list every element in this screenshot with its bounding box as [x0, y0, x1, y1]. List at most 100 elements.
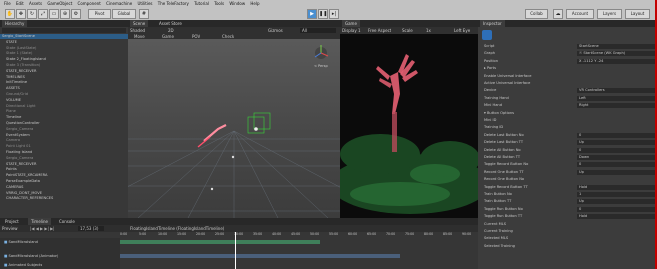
track-animated-subjects[interactable]: ■ Animated Subjects	[4, 263, 42, 268]
track-sandmicroisland-animator[interactable]: ■ SandMicroIsland (Animator)	[4, 254, 58, 259]
hierarchy-search[interactable]	[2, 28, 126, 33]
hierarchy-item[interactable]: Floating Island	[0, 150, 128, 155]
display-dropdown[interactable]: Display 1	[342, 28, 361, 33]
hierarchy-item[interactable]: QuestionController	[0, 121, 128, 126]
hierarchy-item[interactable]: Point Light 01	[0, 144, 128, 149]
menu-utilities[interactable]: Utilities	[137, 0, 152, 8]
rect-tool-icon[interactable]: ▭	[49, 9, 59, 19]
layout-dropdown[interactable]: Layout	[625, 9, 650, 19]
hierarchy-item[interactable]: Timeline	[0, 115, 128, 120]
account-dropdown[interactable]: Account	[566, 9, 594, 19]
menu-cinemachine[interactable]: Cinemachine	[106, 0, 132, 8]
scene-viewport[interactable]: < Persp	[128, 39, 340, 218]
rotate-tool-icon[interactable]: ↻	[27, 9, 37, 19]
inspector-value[interactable]: Down	[577, 155, 655, 160]
eye-dropdown[interactable]: Left Eye	[454, 28, 470, 33]
frame-field[interactable]: 17,53 (3)	[78, 226, 104, 231]
scale-value[interactable]: 1x	[426, 28, 431, 33]
hierarchy-item[interactable]: EventSystem	[0, 133, 128, 138]
layers-dropdown[interactable]: Layers	[597, 9, 622, 19]
scene-search[interactable]: All	[300, 28, 336, 33]
hierarchy-item[interactable]: CAMERAS	[0, 185, 128, 190]
inspector-value[interactable]: Hold	[577, 184, 655, 190]
pause-button[interactable]: ❚❚	[318, 9, 328, 19]
inspector-value[interactable]: 0	[577, 132, 655, 138]
tab-game[interactable]: Game	[342, 20, 360, 27]
menu-help[interactable]: Help	[250, 0, 259, 8]
hierarchy-item[interactable]: VRRIG_DONT_MOVE	[0, 191, 128, 196]
scale-tool-icon[interactable]: ⤢	[38, 9, 48, 19]
hierarchy-item[interactable]: TIMELINES	[0, 75, 128, 80]
inspector-value[interactable]: Up	[577, 199, 655, 205]
inspector-value[interactable]: 0	[577, 206, 655, 212]
hierarchy-item[interactable]: Ground/Grid	[0, 92, 128, 97]
hierarchy-item[interactable]: State 3 (Transition)	[0, 63, 128, 68]
inspector-value[interactable]: Up	[577, 169, 655, 175]
cloud-icon[interactable]: ☁	[553, 9, 563, 19]
menu-window[interactable]: Window	[229, 0, 245, 8]
menu-gameobject[interactable]: GameObject	[47, 0, 72, 8]
hierarchy-item[interactable]: VOLUME	[0, 98, 128, 103]
timeline-ruler[interactable]: 0:00 5:00 10:00 15:00 20:00 25:00 30:00 35:00 40…	[120, 232, 478, 237]
menu-tutorial[interactable]: Tutorial	[194, 0, 209, 8]
play-button[interactable]: ▶	[307, 9, 317, 19]
hierarchy-item[interactable]: InitTimeline	[0, 80, 128, 85]
hierarchy-item[interactable]: Sergio_Camera	[0, 156, 128, 161]
inspector-value[interactable]: 1	[577, 192, 655, 197]
hierarchy-item[interactable]: ParseExampleData	[0, 179, 128, 184]
tab-inspector[interactable]: Inspector	[480, 20, 505, 27]
hierarchy-item[interactable]: Points	[0, 167, 128, 172]
hierarchy-item[interactable]: PointSTATE_XRCAMERA	[0, 173, 128, 178]
activation-clip[interactable]	[120, 240, 320, 244]
preview-toggle[interactable]: Preview	[2, 226, 18, 231]
pivot-toggle[interactable]: Pivot	[88, 9, 111, 19]
hand-tool-icon[interactable]: ✋	[5, 9, 15, 19]
shading-dropdown[interactable]: Shaded	[130, 28, 145, 33]
hierarchy-item[interactable]: STATE_RECEIVER	[0, 69, 128, 74]
hierarchy-item[interactable]: State 1 (State)	[0, 51, 128, 56]
menu-file[interactable]: File	[4, 0, 11, 8]
inspector-value[interactable]: 0	[577, 162, 655, 168]
inspector-value[interactable]: Up	[577, 140, 655, 146]
hierarchy-item[interactable]: Camera	[0, 138, 128, 143]
tab-project[interactable]: Project	[2, 218, 22, 225]
hierarchy-item[interactable]: State (LastState)	[0, 46, 128, 51]
move-tool-icon[interactable]: ✥	[16, 9, 26, 19]
hierarchy-item[interactable]: Sergio_Camera	[0, 127, 128, 132]
animation-clip[interactable]	[120, 254, 400, 258]
step-button[interactable]: ▸|	[329, 9, 339, 19]
hierarchy-item[interactable]: STATE_RECEIVER	[0, 162, 128, 167]
game-viewport[interactable]	[340, 34, 478, 218]
playback-controls-icon[interactable]: |◀ ◀ ▶ ▶| ▶|	[30, 226, 55, 231]
inspector-value[interactable]: 0	[577, 147, 655, 153]
inspector-value[interactable]: VR Controllers	[577, 88, 655, 94]
inspector-value[interactable]: StartScene	[577, 44, 655, 49]
hierarchy-item[interactable]: STATE	[0, 40, 128, 45]
hierarchy-item[interactable]: ASSETS	[0, 86, 128, 91]
inspector-value[interactable]: Left	[577, 95, 655, 101]
gizmos-dropdown[interactable]: Gizmos	[268, 28, 283, 33]
hierarchy-item[interactable]: Plane	[0, 109, 128, 114]
playhead[interactable]	[235, 232, 236, 269]
transform-tool-icon[interactable]: ⊕	[60, 9, 70, 19]
menu-assets[interactable]: Assets	[29, 0, 42, 8]
collab-button[interactable]: Collab	[525, 9, 548, 19]
menu-component[interactable]: Component	[78, 0, 101, 8]
menu-tools[interactable]: Tools	[214, 0, 224, 8]
menu-telefactory[interactable]: The TeleFactory	[158, 0, 189, 8]
hierarchy-item[interactable]: CHARACTER_REFERENCES	[0, 196, 128, 201]
hierarchy-item[interactable]: Sergio_StartScene	[0, 34, 128, 39]
inspector-value[interactable]: Hold	[577, 214, 655, 220]
global-toggle[interactable]: Global	[112, 9, 136, 19]
grid-snap-icon[interactable]: #	[139, 9, 149, 19]
tab-scene[interactable]: Scene	[130, 20, 149, 27]
tab-console[interactable]: Console	[56, 218, 78, 225]
custom-tool-icon[interactable]: ⚙	[71, 9, 81, 19]
inspector-value[interactable]: Right	[577, 103, 655, 109]
aspect-dropdown[interactable]: Free Aspect	[368, 28, 391, 33]
menu-edit[interactable]: Edit	[16, 0, 24, 8]
inspector-value[interactable]: X -1112 Y -24	[577, 58, 655, 64]
tab-hierarchy[interactable]: Hierarchy	[2, 20, 28, 27]
tab-asset-store[interactable]: Asset Store	[156, 20, 185, 27]
track-sandmicroisland[interactable]: ■ SandMicroIsland	[4, 240, 38, 245]
